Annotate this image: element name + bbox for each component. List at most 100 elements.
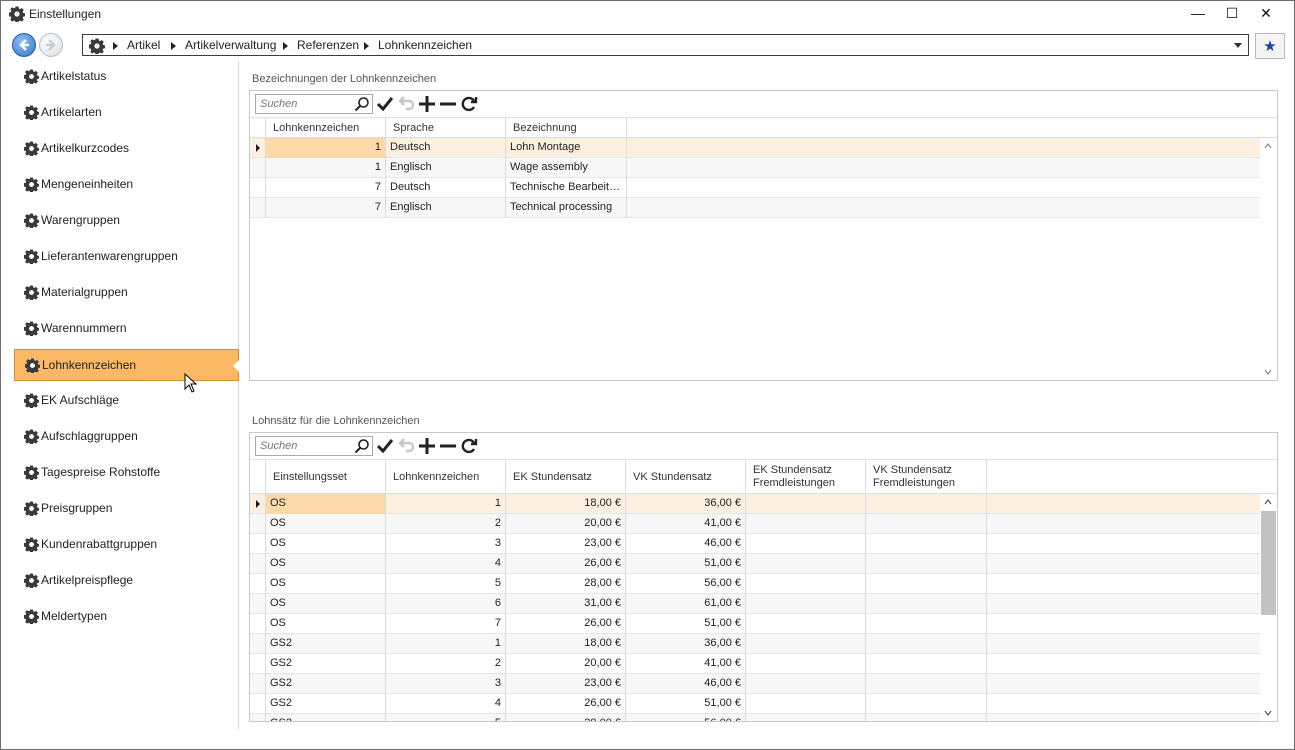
row-indicator[interactable] <box>250 694 266 714</box>
cell-vk-stundensatz[interactable]: 51,00 € <box>626 694 746 714</box>
table-row[interactable]: GS2 4 26,00 €51,00 € <box>250 694 1261 714</box>
breadcrumb-address-bar[interactable]: Artikel Artikelverwaltung Referenzen Loh… <box>82 34 1249 56</box>
cell-einstellungsset[interactable]: GS2 <box>266 674 386 694</box>
sidebar-item[interactable]: Tagespreise Rohstoffe <box>14 457 239 489</box>
minus-icon[interactable] <box>439 95 457 113</box>
cell-lohnkennzeichen[interactable]: 1 <box>386 494 506 514</box>
cell-vk-stundensatz[interactable]: 36,00 € <box>626 634 746 654</box>
cell-vk-fremdleistungen[interactable] <box>866 534 987 554</box>
row-indicator[interactable] <box>250 138 266 158</box>
table-row[interactable]: OS 5 28,00 €56,00 € <box>250 574 1261 594</box>
row-indicator[interactable] <box>250 674 266 694</box>
chevron-down-icon[interactable] <box>1264 368 1272 376</box>
row-indicator[interactable] <box>250 594 266 614</box>
minus-icon[interactable] <box>439 437 457 455</box>
maximize-button[interactable]: ☐ <box>1215 1 1249 25</box>
cell-ek-stundensatz[interactable]: 26,00 € <box>506 694 626 714</box>
cell-einstellungsset[interactable]: GS2 <box>266 654 386 674</box>
plus-icon[interactable] <box>418 437 436 455</box>
cell-einstellungsset[interactable]: OS <box>266 554 386 574</box>
cell-einstellungsset[interactable]: OS <box>266 594 386 614</box>
cell-einstellungsset[interactable]: GS2 <box>266 714 386 721</box>
cell-vk-stundensatz[interactable]: 51,00 € <box>626 614 746 634</box>
cell-ek-fremdleistungen[interactable] <box>746 514 866 534</box>
breadcrumb-item-referenzen[interactable]: Referenzen <box>297 38 359 52</box>
favorite-button[interactable]: ★ <box>1255 33 1285 59</box>
sidebar-item[interactable]: Warengruppen <box>14 205 239 237</box>
cell-vk-stundensatz[interactable]: 36,00 € <box>626 494 746 514</box>
scrollbar-thumb[interactable] <box>1261 511 1276 615</box>
sidebar-item[interactable]: EK Aufschläge <box>14 385 239 417</box>
check-icon[interactable] <box>376 95 394 113</box>
cell-einstellungsset[interactable]: OS <box>266 534 386 554</box>
cell-ek-stundensatz[interactable]: 26,00 € <box>506 614 626 634</box>
sidebar-item[interactable]: Artikelkurzcodes <box>14 133 239 165</box>
cell-ek-stundensatz[interactable]: 31,00 € <box>506 594 626 614</box>
cell-lohnkennzeichen[interactable]: 3 <box>386 534 506 554</box>
cell-einstellungsset[interactable]: GS2 <box>266 694 386 714</box>
cell-einstellungsset[interactable]: OS <box>266 574 386 594</box>
cell-einstellungsset[interactable]: OS <box>266 514 386 534</box>
cell-vk-fremdleistungen[interactable] <box>866 694 987 714</box>
bezeichnungen-search-box[interactable] <box>255 94 373 114</box>
lohnsaetze-search-box[interactable] <box>255 436 373 456</box>
cell-ek-fremdleistungen[interactable] <box>746 594 866 614</box>
cell-einstellungsset[interactable]: OS <box>266 494 386 514</box>
cell-vk-fremdleistungen[interactable] <box>866 494 987 514</box>
row-indicator[interactable] <box>250 714 266 721</box>
cell-lohnkennzeichen[interactable]: 6 <box>386 594 506 614</box>
cell-vk-fremdleistungen[interactable] <box>866 714 987 721</box>
row-indicator[interactable] <box>250 614 266 634</box>
column-header-sprache[interactable]: Sprache <box>386 118 506 137</box>
cell-einstellungsset[interactable]: OS <box>266 614 386 634</box>
cell-vk-fremdleistungen[interactable] <box>866 634 987 654</box>
cell-vk-fremdleistungen[interactable] <box>866 614 987 634</box>
cell-ek-stundensatz[interactable]: 23,00 € <box>506 674 626 694</box>
cell-vk-stundensatz[interactable]: 51,00 € <box>626 554 746 574</box>
cell-vk-stundensatz[interactable]: 46,00 € <box>626 674 746 694</box>
row-indicator[interactable] <box>250 158 266 178</box>
cell-bezeichnung[interactable]: Technische Bearbeitu... <box>506 178 627 198</box>
table-row[interactable]: GS2528,00 €56,00 € <box>250 714 1261 721</box>
cell-ek-fremdleistungen[interactable] <box>746 574 866 594</box>
cell-vk-stundensatz[interactable]: 56,00 € <box>626 574 746 594</box>
table-row[interactable]: 1 Deutsch Lohn Montage <box>250 138 1261 158</box>
cell-vk-fremdleistungen[interactable] <box>866 594 987 614</box>
column-header-vk-stundensatz-fremdleistungen[interactable]: VK Stundensatz Fremdleistungen <box>866 460 987 493</box>
search-icon[interactable] <box>354 96 370 112</box>
sidebar-item[interactable]: Mengeneinheiten <box>14 169 239 201</box>
cell-ek-stundensatz[interactable]: 28,00 € <box>506 714 626 721</box>
cell-lohnkennzeichen[interactable]: 4 <box>386 554 506 574</box>
cell-ek-stundensatz[interactable]: 20,00 € <box>506 654 626 674</box>
row-indicator[interactable] <box>250 198 266 218</box>
cell-sprache[interactable]: Deutsch <box>386 178 506 198</box>
table-row[interactable]: OS 6 31,00 €61,00 € <box>250 594 1261 614</box>
column-header-ek-stundensatz[interactable]: EK Stundensatz <box>506 460 626 493</box>
column-header-ek-stundensatz-fremdleistungen[interactable]: EK Stundensatz Fremdleistungen <box>746 460 866 493</box>
cell-vk-fremdleistungen[interactable] <box>866 574 987 594</box>
sidebar-item[interactable]: Preisgruppen <box>14 493 239 525</box>
column-header-bezeichnung[interactable]: Bezeichnung <box>506 118 627 137</box>
vertical-scrollbar[interactable] <box>1260 494 1277 721</box>
cell-lohnkennzeichen[interactable]: 7 <box>266 178 386 198</box>
cell-ek-fremdleistungen[interactable] <box>746 534 866 554</box>
cell-sprache[interactable]: Englisch <box>386 158 506 178</box>
column-header-lohnkennzeichen[interactable]: Lohnkennzeichen <box>266 118 386 137</box>
cell-lohnkennzeichen[interactable]: 5 <box>386 714 506 721</box>
table-row[interactable]: OS 7 26,00 €51,00 € <box>250 614 1261 634</box>
cell-bezeichnung[interactable]: Lohn Montage <box>506 138 627 158</box>
forward-button[interactable] <box>39 33 63 57</box>
table-row[interactable]: OS 3 23,00 €46,00 € <box>250 534 1261 554</box>
cell-lohnkennzeichen[interactable]: 4 <box>386 694 506 714</box>
cell-vk-fremdleistungen[interactable] <box>866 554 987 574</box>
cell-vk-fremdleistungen[interactable] <box>866 514 987 534</box>
cell-vk-stundensatz[interactable]: 41,00 € <box>626 654 746 674</box>
search-icon[interactable] <box>354 438 370 454</box>
vertical-scrollbar[interactable] <box>1260 138 1277 380</box>
cell-ek-stundensatz[interactable]: 18,00 € <box>506 494 626 514</box>
row-indicator[interactable] <box>250 494 266 514</box>
sidebar-item[interactable]: Artikelstatus <box>14 61 239 93</box>
cell-lohnkennzeichen[interactable]: 1 <box>266 138 386 158</box>
search-input[interactable] <box>256 95 352 113</box>
cell-ek-stundensatz[interactable]: 20,00 € <box>506 514 626 534</box>
